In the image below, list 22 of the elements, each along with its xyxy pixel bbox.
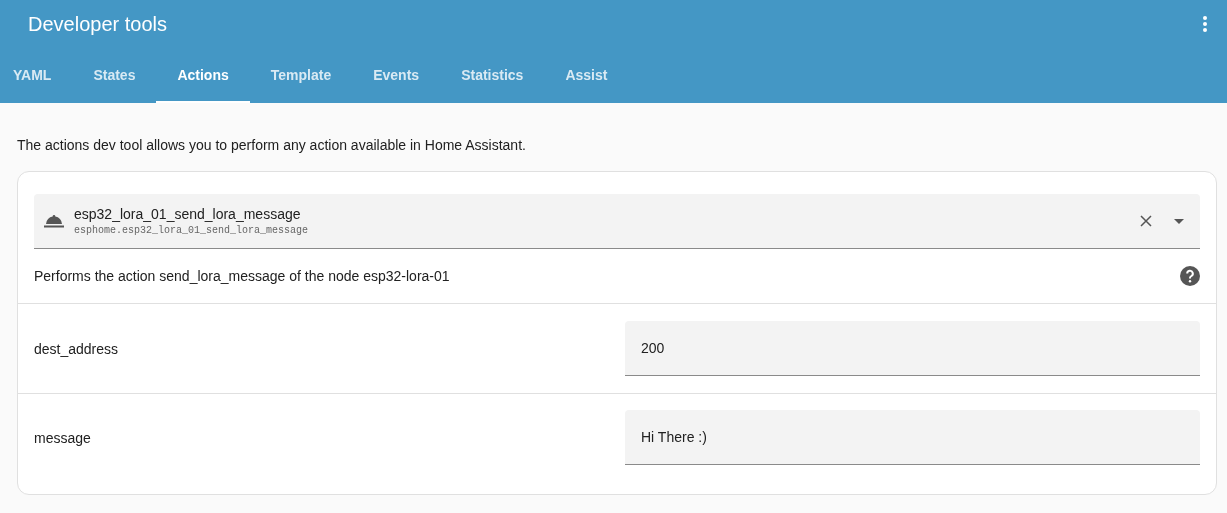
action-description: Performs the action send_lora_message of the node esp32-lora-01 bbox=[34, 268, 450, 284]
action-name: esp32_lora_01_send_lora_message bbox=[74, 206, 302, 222]
overflow-menu-icon[interactable] bbox=[1203, 16, 1207, 32]
action-picker[interactable]: esp32_lora_01_send_lora_message esphome.esp32_lora_01_send_lora_message bbox=[34, 194, 1200, 249]
service-bell-icon bbox=[44, 213, 64, 229]
tab[interactable]: YAML bbox=[0, 48, 73, 103]
field-label: dest_address bbox=[34, 339, 119, 359]
field-label: message bbox=[34, 429, 91, 448]
tab[interactable]: Template bbox=[249, 48, 353, 103]
input-field[interactable]: Hi There :) bbox=[625, 410, 1200, 465]
tab[interactable]: Events bbox=[352, 48, 441, 103]
intro-text: The actions dev tool allows you to perform any action available in Home Assistant. bbox=[17, 136, 527, 155]
tab[interactable]: States bbox=[72, 48, 157, 103]
tab[interactable]: Actions bbox=[156, 48, 250, 103]
help-icon[interactable] bbox=[1180, 266, 1200, 286]
caret-icon[interactable] bbox=[1174, 218, 1184, 224]
tab[interactable]: Statistics bbox=[440, 48, 545, 103]
action-id: esphome.esp32_lora_01_send_lora_message bbox=[74, 225, 310, 236]
tab[interactable]: Assist bbox=[544, 48, 629, 103]
page-title: Developer tools bbox=[28, 12, 167, 36]
input-field[interactable]: 200 bbox=[625, 321, 1200, 376]
close-icon[interactable] bbox=[1140, 215, 1152, 227]
